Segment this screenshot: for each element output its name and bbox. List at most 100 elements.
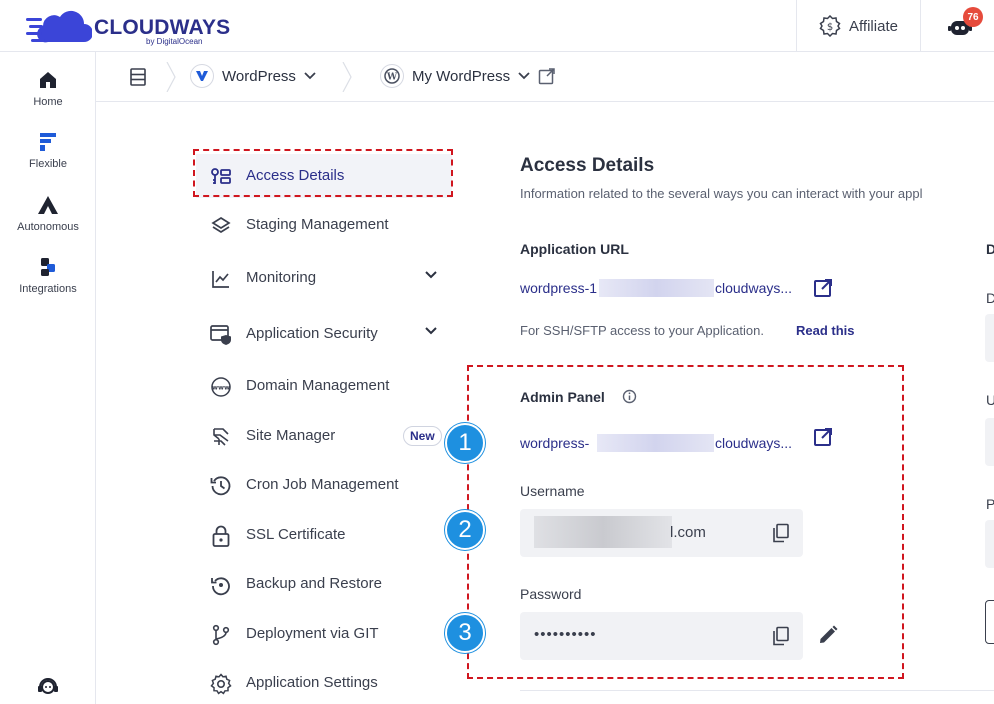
menu-item-application-settings[interactable]: Application Settings [196,661,452,704]
menu-item-site-manager[interactable]: Site Manager New [196,414,452,458]
menu-label: Application Security [246,325,378,342]
menu-item-backup-and-restore[interactable]: Backup and Restore [196,562,452,606]
menu-item-deployment-via-git[interactable]: Deployment via GIT [196,612,452,656]
redacted-url-blur [599,279,714,297]
menu-label: Deployment via GIT [246,625,379,642]
right-column-button[interactable] [985,600,994,644]
brand-byline: by DigitalOcean [146,37,203,46]
password-label: Password [520,586,582,602]
nav-label: Integrations [19,283,77,295]
chevron-down-icon[interactable] [424,270,438,280]
menu-label: Cron Job Management [246,476,399,493]
username-value: l.com [670,524,706,541]
right-column-field[interactable] [985,418,994,466]
nav-label: Autonomous [17,221,79,233]
step-marker-2: 2 [445,510,485,550]
application-url-label: Application URL [520,241,629,257]
affiliate-icon: $ [819,15,841,37]
affiliate-button[interactable]: $ Affiliate [796,0,920,52]
chevron-down-icon [304,72,316,80]
right-column-label: U [986,392,994,408]
external-link-icon[interactable] [813,427,833,447]
right-column-field[interactable] [985,314,994,362]
wordpress-icon: W [384,68,400,84]
server-selector[interactable]: WordPress [190,64,316,88]
admin-url-link[interactable]: wordpress- [520,435,589,451]
right-column-field[interactable] [985,520,994,568]
breadcrumb-separator-icon [166,62,176,92]
nav-label: Home [33,96,63,108]
gear-icon [210,673,232,695]
admin-url-suffix[interactable]: cloudways... [715,435,792,451]
application-url-link[interactable]: wordpress-1 [520,280,597,296]
page-description: Information related to the several ways … [520,186,923,201]
read-this-link[interactable]: Read this [796,323,855,338]
access-details-icon [210,166,232,188]
application-selector[interactable]: W My WordPress [380,64,556,88]
step-marker-3: 3 [445,613,485,653]
list-view-icon[interactable] [130,68,146,86]
copy-icon[interactable] [772,626,790,646]
window-shield-icon [210,324,232,346]
nav-item-flexible[interactable]: Flexible [0,132,96,170]
site-manager-icon [210,426,232,448]
menu-item-cron-job-management[interactable]: Cron Job Management [196,463,452,507]
redacted-admin-url-blur [597,434,714,452]
menu-item-ssl-certificate[interactable]: SSL Certificate [196,513,452,557]
right-column-label: D [986,290,994,306]
copy-icon[interactable] [772,523,790,543]
nav-item-integrations[interactable]: Integrations [0,257,96,295]
menu-label: Staging Management [246,216,389,233]
menu-label: Site Manager [246,427,336,444]
ssh-hint: For SSH/SFTP access to your Application. [520,323,764,338]
bot-notifications-button[interactable]: 76 [920,0,994,52]
menu-item-application-security[interactable]: Application Security [196,312,452,356]
affiliate-label: Affiliate [849,17,898,35]
chevron-down-icon[interactable] [424,326,438,336]
step-marker-1: 1 [445,423,485,463]
external-link-icon[interactable] [813,278,833,298]
autonomous-icon [38,196,58,214]
nav-item-autonomous[interactable]: Autonomous [0,195,96,233]
cloudways-logo[interactable]: CLOUDWAYS by DigitalOcean [26,8,230,46]
chevron-down-icon [518,72,530,80]
www-globe-icon: www [210,376,232,398]
notification-badge: 76 [963,7,983,27]
git-branch-icon [210,624,232,646]
menu-label: SSL Certificate [246,526,346,543]
cloud-logo-icon [26,10,92,43]
external-link-icon[interactable] [538,67,556,85]
server-name: WordPress [222,67,296,85]
username-label: Username [520,483,585,499]
nav-item-home[interactable]: Home [0,70,96,108]
lock-icon [210,525,232,547]
page-title: Access Details [520,155,655,176]
layers-icon [210,215,232,237]
edit-pencil-icon[interactable] [818,625,838,645]
menu-item-staging-management[interactable]: Staging Management [196,203,452,247]
section-divider [520,690,994,691]
wordpress-logo: W [380,64,404,88]
password-value: •••••••••• [534,626,597,643]
breadcrumb-separator-icon [342,62,352,92]
menu-label: Backup and Restore [246,575,382,592]
menu-item-monitoring[interactable]: Monitoring [196,256,452,300]
new-badge: New [403,426,442,446]
left-nav: Home Flexible Autonomous Integrations [0,52,96,704]
support-agent-icon[interactable] [37,676,59,698]
menu-label: Domain Management [246,377,390,394]
right-column-header: D [986,241,994,257]
nav-label: Flexible [29,158,67,170]
server-v-icon [196,71,208,81]
menu-label: Application Settings [246,674,378,691]
home-icon [40,72,56,88]
username-field[interactable]: l.com [520,509,803,557]
menu-item-domain-management[interactable]: www Domain Management [196,364,452,408]
application-url-suffix[interactable]: cloudways... [715,280,792,296]
integrations-icon [41,258,55,276]
menu-item-access-details[interactable]: Access Details [196,154,452,198]
top-bar: CLOUDWAYS by DigitalOcean $ Affiliate 76 [0,0,994,52]
application-name: My WordPress [412,67,511,85]
password-field[interactable]: •••••••••• [520,612,803,660]
info-icon[interactable] [622,389,637,404]
